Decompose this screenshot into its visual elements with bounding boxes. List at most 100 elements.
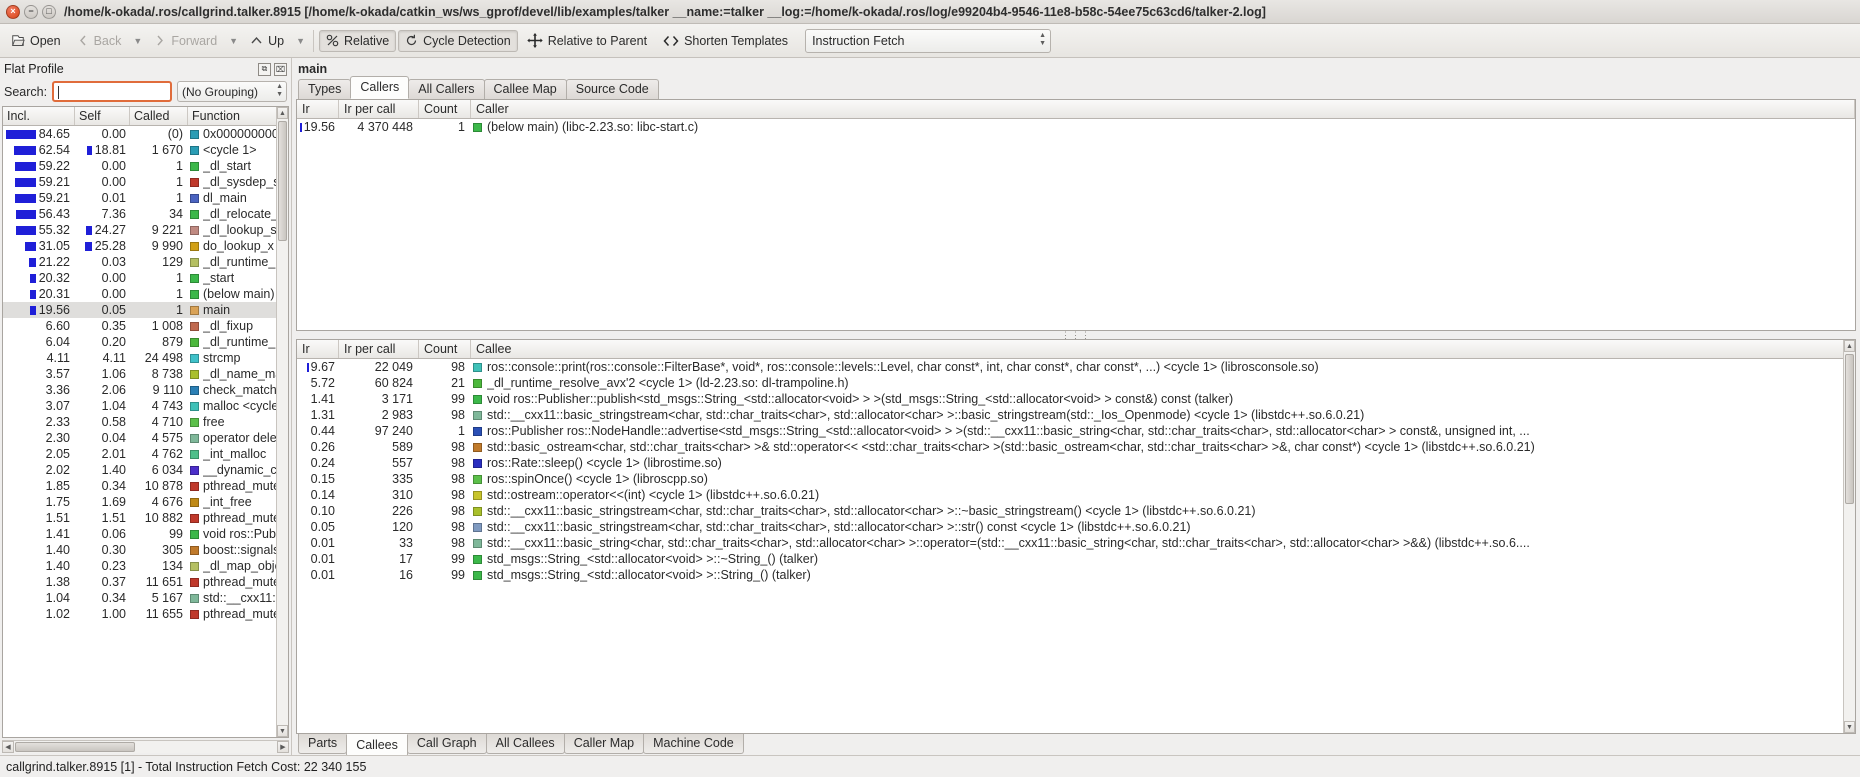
table-row[interactable]: 56.43 7.36 34 _dl_relocate_obje [3, 206, 288, 222]
column-header-callee[interactable]: Callee [471, 340, 1855, 358]
table-row[interactable]: 0.10 226 98 std::__cxx11::basic_stringstrea… [297, 503, 1855, 519]
table-row[interactable]: 1.31 2 983 98 std::__cxx11::basic_stringstr… [297, 407, 1855, 423]
tab-parts[interactable]: Parts [298, 734, 348, 754]
shorten-templates-button[interactable]: Shorten Templates [656, 30, 795, 52]
tab-caller-map[interactable]: Caller Map [563, 734, 645, 754]
relative-toggle-button[interactable]: Relative [318, 29, 397, 52]
table-row[interactable]: 1.85 0.34 10 878 pthread_mutex_l [3, 478, 288, 494]
callees-rows[interactable]: 9.67 22 049 98 ros::console::print(ros::con… [297, 359, 1855, 583]
table-row[interactable]: 6.04 0.20 879 _dl_runtime_reso [3, 334, 288, 350]
table-row[interactable]: 59.21 0.01 1 dl_main [3, 190, 288, 206]
table-row[interactable]: 62.54 18.81 1 670 <cycle 1> [3, 142, 288, 158]
table-row[interactable]: 3.57 1.06 8 738 _dl_name_match [3, 366, 288, 382]
table-row[interactable]: 0.01 33 98 std::__cxx11::basic_string<char,… [297, 535, 1855, 551]
flat-profile-rows[interactable]: 84.65 0.00 (0) 0x000000000 62.54 18.81 1 670 <c… [3, 126, 288, 737]
spinner-down-icon[interactable]: ▼ [276, 91, 283, 98]
table-row[interactable]: 2.05 2.01 4 762 _int_malloc [3, 446, 288, 462]
tab-types[interactable]: Types [298, 79, 352, 99]
tab-all-callers[interactable]: All Callers [408, 79, 485, 99]
table-row[interactable]: 1.41 3 171 99 void ros::Publisher::publish<… [297, 391, 1855, 407]
callees-vscrollbar[interactable]: ▲ ▼ [1843, 340, 1855, 733]
table-row[interactable]: 5.72 60 824 21 _dl_runtime_resolve_avx'2 <c… [297, 375, 1855, 391]
table-row[interactable]: 1.04 0.34 5 167 std::__cxx11::bas [3, 590, 288, 606]
column-header-self[interactable]: Self [75, 107, 130, 125]
table-row[interactable]: 0.44 97 240 1 ros::Publisher ros::NodeHandl… [297, 423, 1855, 439]
table-row[interactable]: 21.22 0.03 129 _dl_runtime_reso [3, 254, 288, 270]
scroll-up-icon[interactable]: ▲ [277, 107, 288, 119]
table-row[interactable]: 0.05 120 98 std::__cxx11::basic_stringstrea… [297, 519, 1855, 535]
scroll-thumb[interactable] [1845, 354, 1854, 504]
flat-profile-vscrollbar[interactable]: ▲ ▼ [276, 107, 288, 737]
grouping-select[interactable]: (No Grouping) ▲ ▼ [177, 81, 287, 102]
open-button[interactable]: Open [4, 30, 68, 52]
forward-dropdown-arrow[interactable]: ▼ [226, 32, 241, 50]
column-header-incl[interactable]: Incl. [3, 107, 75, 125]
table-row[interactable]: 1.40 0.23 134 _dl_map_object < [3, 558, 288, 574]
spinner-up-icon[interactable]: ▲ [1039, 32, 1046, 39]
spinner-up-icon[interactable]: ▲ [276, 83, 283, 90]
table-row[interactable]: 20.31 0.00 1 (below main) [3, 286, 288, 302]
tab-callers[interactable]: Callers [350, 76, 410, 99]
tab-callee-map[interactable]: Callee Map [483, 79, 567, 99]
column-header-ir-per-call[interactable]: Ir per call [339, 340, 419, 358]
table-row[interactable]: 9.67 22 049 98 ros::console::print(ros::con… [297, 359, 1855, 375]
tab-machine-code[interactable]: Machine Code [643, 734, 744, 754]
relative-to-parent-button[interactable]: Relative to Parent [520, 29, 654, 52]
scroll-up-icon[interactable]: ▲ [1844, 340, 1855, 352]
table-row[interactable]: 6.60 0.35 1 008 _dl_fixup [3, 318, 288, 334]
table-row[interactable]: 1.40 0.30 305 boost::signals2::c [3, 542, 288, 558]
column-header-caller[interactable]: Caller [471, 100, 1855, 118]
back-dropdown-arrow[interactable]: ▼ [130, 32, 145, 50]
up-button[interactable]: Up [243, 30, 291, 52]
table-row[interactable]: 1.02 1.00 11 655 pthread_mutex_u [3, 606, 288, 622]
table-row[interactable]: 0.01 17 99 std_msgs::String_<std::allocator… [297, 551, 1855, 567]
panel-splitter[interactable]: ⋮⋮⋮ [292, 330, 1860, 340]
hscroll-thumb[interactable] [15, 742, 135, 752]
table-row[interactable]: 0.01 16 99 std_msgs::String_<std::allocator… [297, 567, 1855, 583]
table-row[interactable]: 19.56 4 370 448 1 (below main) (libc-2.23.s… [297, 119, 1855, 135]
spinner-down-icon[interactable]: ▼ [1039, 40, 1046, 47]
close-window-button[interactable]: × [6, 4, 20, 19]
column-header-function[interactable]: Function [188, 107, 288, 125]
forward-button[interactable]: Forward [147, 30, 224, 52]
table-row[interactable]: 1.75 1.69 4 676 _int_free [3, 494, 288, 510]
column-header-count[interactable]: Count [419, 340, 471, 358]
callers-tabbar[interactable]: Types Callers All Callers Callee Map Source … [292, 76, 1860, 99]
table-row[interactable]: 1.38 0.37 11 651 pthread_mutex_ [3, 574, 288, 590]
flat-profile-hscrollbar[interactable]: ◀ ▶ [2, 740, 289, 753]
column-header-ir-per-call[interactable]: Ir per call [339, 100, 419, 118]
table-row[interactable]: 19.56 0.05 1 main [3, 302, 288, 318]
column-header-ir[interactable]: Ir [297, 100, 339, 118]
table-row[interactable]: 31.05 25.28 9 990 do_lookup_x [3, 238, 288, 254]
event-type-spinner[interactable]: ▲ ▼ [1039, 32, 1046, 47]
scroll-thumb[interactable] [278, 121, 287, 241]
table-row[interactable]: 1.51 1.51 10 882 pthread_mutex_u [3, 510, 288, 526]
event-type-select[interactable]: Instruction Fetch ▲ ▼ [805, 28, 1052, 53]
grouping-spinner[interactable]: ▲ ▼ [276, 83, 283, 98]
column-header-called[interactable]: Called [130, 107, 188, 125]
undock-icon[interactable]: ⧉ [258, 62, 271, 76]
column-header-ir[interactable]: Ir [297, 340, 339, 358]
scroll-down-icon[interactable]: ▼ [277, 725, 288, 737]
table-row[interactable]: 3.07 1.04 4 743 malloc <cycle 1> [3, 398, 288, 414]
table-row[interactable]: 55.32 24.27 9 221 _dl_lookup_symb [3, 222, 288, 238]
table-row[interactable]: 0.15 335 98 ros::spinOnce() <cycle 1> (libr… [297, 471, 1855, 487]
table-row[interactable]: 2.30 0.04 4 575 operator delete( [3, 430, 288, 446]
tab-source-code[interactable]: Source Code [565, 79, 659, 99]
table-row[interactable]: 20.32 0.00 1 _start [3, 270, 288, 286]
table-row[interactable]: 3.36 2.06 9 110 check_match [3, 382, 288, 398]
close-dock-icon[interactable]: ⌧ [274, 62, 287, 76]
table-row[interactable]: 0.14 310 98 std::ostream::operator<<(int) <… [297, 487, 1855, 503]
scroll-right-icon[interactable]: ▶ [277, 741, 289, 753]
tab-callees[interactable]: Callees [346, 734, 408, 755]
search-input[interactable] [52, 81, 172, 102]
table-row[interactable]: 0.26 589 98 std::basic_ostream<char, std::c… [297, 439, 1855, 455]
table-row[interactable]: 4.11 4.11 24 498 strcmp [3, 350, 288, 366]
maximize-window-button[interactable]: □ [42, 4, 56, 19]
scroll-down-icon[interactable]: ▼ [1844, 721, 1855, 733]
table-row[interactable]: 2.02 1.40 6 034 __dynamic_cast < [3, 462, 288, 478]
scroll-left-icon[interactable]: ◀ [2, 741, 14, 753]
table-row[interactable]: 1.41 0.06 99 void ros::Publishe [3, 526, 288, 542]
up-dropdown-arrow[interactable]: ▼ [293, 32, 308, 50]
table-row[interactable]: 59.21 0.00 1 _dl_sysdep_start [3, 174, 288, 190]
